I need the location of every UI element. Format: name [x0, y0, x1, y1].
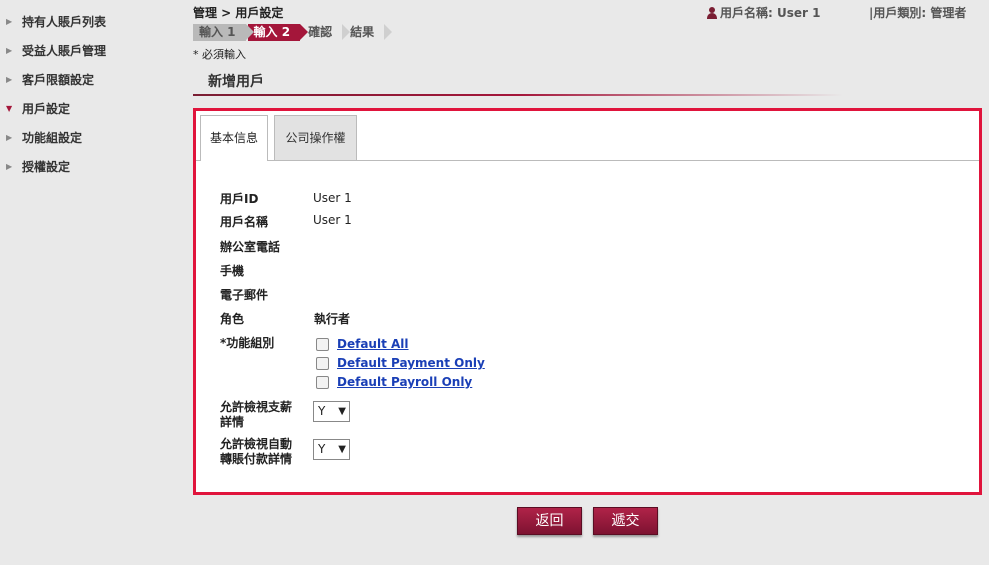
back-button[interactable]: 返回: [517, 507, 582, 535]
page-title: 新增用戶: [208, 74, 264, 90]
view-autopay-label-line2: 轉賬付款詳情: [220, 452, 293, 466]
sidebar-item-user-settings[interactable]: ▼ 用戶設定: [0, 94, 185, 123]
view-autopay-select[interactable]: Y ▼: [313, 439, 350, 460]
sidebar-item-authorization[interactable]: ▶ 授權設定: [0, 152, 185, 181]
sidebar-item-label: 客戶限額設定: [22, 73, 95, 87]
view-payroll-select[interactable]: Y ▼: [313, 401, 350, 422]
view-autopay-select-value: Y: [318, 442, 326, 456]
user-name-label: 用戶名稱: [220, 215, 269, 229]
chevron-down-icon: ▼: [6, 104, 13, 113]
user-id-label: 用戶ID: [220, 192, 259, 206]
chevron-right-icon: ▶: [6, 162, 13, 171]
form-panel: 基本信息 公司操作權 用戶ID User 1 用戶名稱 User 1 辦公室電話…: [193, 108, 982, 495]
function-group-link-payroll[interactable]: Default Payroll Only: [337, 375, 472, 389]
function-group-option: Default Payroll Only: [316, 375, 472, 389]
sidebar-item-label: 功能組設定: [22, 131, 83, 145]
office-phone-label: 辦公室電話: [220, 240, 281, 254]
user-name-display: 用戶名稱: User 1: [707, 4, 820, 21]
step-input-1: 輸入 1: [193, 24, 253, 41]
function-group-checkbox-payroll[interactable]: [316, 375, 329, 389]
function-group-link-all[interactable]: Default All: [337, 337, 409, 351]
view-payroll-label: 允許檢視支薪 詳情: [220, 400, 292, 430]
step-input-2: 輸入 2: [247, 24, 308, 41]
sidebar-item-beneficiary-accounts[interactable]: ▶ 受益人賬戶管理: [0, 36, 185, 65]
view-payroll-label-line1: 允許檢視支薪: [220, 400, 293, 414]
sidebar-item-function-groups[interactable]: ▶ 功能組設定: [0, 123, 185, 152]
user-type-display: |用戶類別: 管理者: [869, 6, 967, 20]
function-group-option: Default Payment Only: [316, 356, 485, 370]
chevron-right-icon: ▶: [6, 17, 13, 26]
title-divider: [193, 94, 843, 96]
view-autopay-label: 允許檢視自動 轉賬付款詳情: [220, 437, 292, 467]
sidebar-item-label: 授權設定: [22, 160, 71, 174]
function-group-label: *功能組別: [220, 336, 275, 350]
view-payroll-label-line2: 詳情: [220, 415, 245, 429]
step-confirm: 確認: [302, 24, 351, 41]
submit-button[interactable]: 遞交: [593, 507, 658, 535]
email-label: 電子郵件: [220, 288, 269, 302]
tab-bar: 基本信息 公司操作權: [196, 111, 979, 161]
step-result: 結果: [344, 24, 393, 41]
view-payroll-select-value: Y: [318, 404, 326, 418]
sidebar-item-customer-limits[interactable]: ▶ 客戶限額設定: [0, 65, 185, 94]
user-name-value: User 1: [313, 213, 352, 227]
sidebar-item-label: 用戶設定: [22, 102, 71, 116]
chevron-right-icon: ▶: [6, 133, 13, 142]
function-group-link-payment[interactable]: Default Payment Only: [337, 356, 485, 370]
user-icon: [707, 6, 717, 19]
sidebar-item-holder-accounts[interactable]: ▶ 持有人賬戶列表: [0, 7, 185, 36]
mobile-label: 手機: [220, 264, 245, 278]
function-group-checkbox-all[interactable]: [316, 337, 329, 351]
view-autopay-label-line1: 允許檢視自動: [220, 437, 293, 451]
sidebar: ▶ 持有人賬戶列表 ▶ 受益人賬戶管理 ▶ 客戶限額設定 ▼ 用戶設定 ▶ 功能…: [0, 0, 185, 181]
tab-basic-info[interactable]: 基本信息: [200, 115, 268, 161]
tab-company-permissions[interactable]: 公司操作權: [274, 115, 357, 160]
role-label: 角色: [220, 312, 245, 326]
breadcrumb: 管理 > 用戶設定: [193, 6, 284, 20]
chevron-down-icon: ▼: [338, 444, 346, 455]
chevron-down-icon: ▼: [338, 406, 346, 417]
chevron-right-icon: ▶: [6, 46, 13, 55]
role-value: 執行者: [314, 312, 351, 326]
sidebar-item-label: 持有人賬戶列表: [22, 15, 107, 29]
chevron-right-icon: ▶: [6, 75, 13, 84]
user-name-text: 用戶名稱: User 1: [720, 6, 821, 20]
step-indicator: 輸入 1 輸入 2 確認 結果: [193, 24, 393, 41]
function-group-option: Default All: [316, 337, 409, 351]
user-id-value: User 1: [313, 191, 352, 205]
required-note: * 必須輸入: [193, 48, 246, 61]
sidebar-item-label: 受益人賬戶管理: [22, 44, 107, 58]
function-group-checkbox-payment[interactable]: [316, 356, 329, 370]
